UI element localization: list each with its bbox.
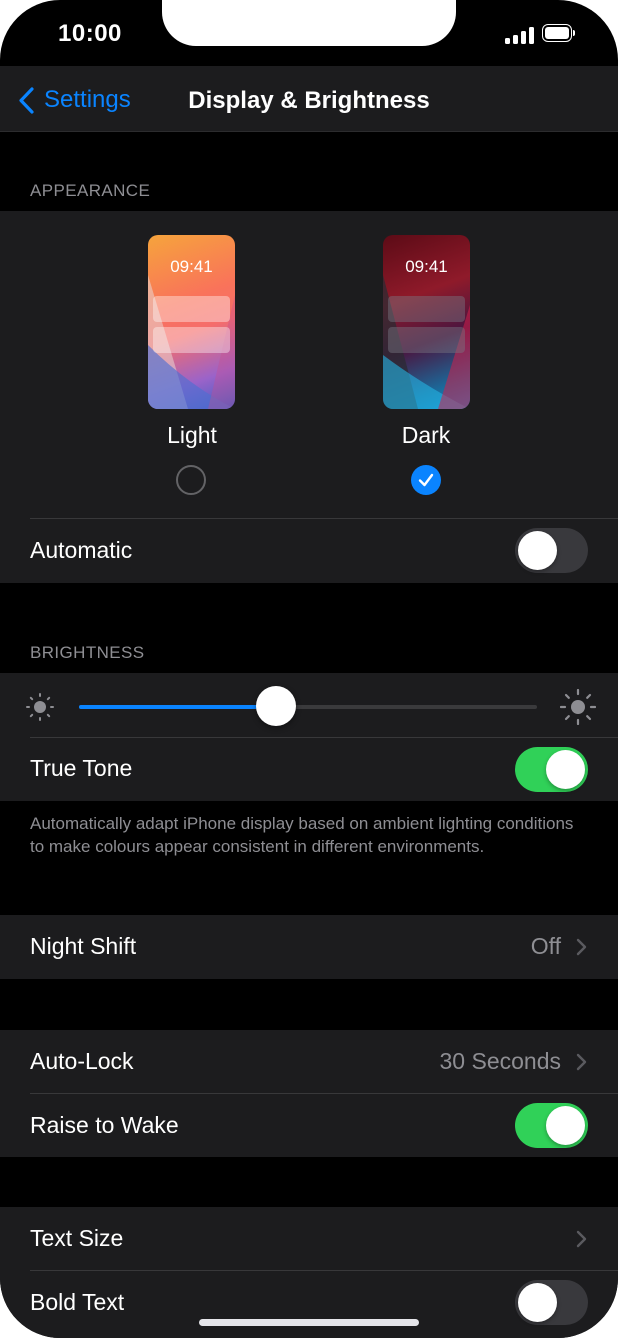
raise-to-wake-row: Raise to Wake: [0, 1094, 618, 1158]
phone-screen: 10:00 Settings Display & Brightness APPE…: [0, 0, 618, 1338]
night-shift-label: Night Shift: [30, 933, 137, 959]
night-shift-value: Off: [530, 933, 561, 959]
navigation-bar: Settings Display & Brightness: [0, 66, 618, 132]
page-title: Display & Brightness: [188, 87, 430, 114]
brightness-slider[interactable]: [79, 705, 537, 709]
raise-to-wake-label: Raise to Wake: [30, 1112, 179, 1138]
dark-preview-card: [388, 296, 465, 322]
text-size-row[interactable]: Text Size: [0, 1207, 618, 1271]
signal-icon: [505, 27, 535, 44]
chevron-right-icon: [576, 1230, 587, 1248]
auto-lock-label: Auto-Lock: [30, 1048, 134, 1074]
dark-preview-card: [388, 327, 465, 353]
dark-label: Dark: [401, 422, 451, 448]
appearance-header: APPEARANCE: [30, 181, 151, 200]
dark-preview-time: 09:41: [405, 257, 448, 276]
light-preview-time: 09:41: [170, 257, 213, 276]
automatic-toggle[interactable]: [515, 528, 588, 573]
text-size-label: Text Size: [30, 1225, 124, 1251]
notch: [162, 0, 456, 46]
brightness-slider-fill: [79, 705, 276, 709]
bold-text-label: Bold Text: [30, 1289, 125, 1315]
auto-lock-value: 30 Seconds: [439, 1048, 561, 1074]
light-label: Light: [167, 422, 217, 448]
light-preview-card: [153, 327, 230, 353]
dark-preview[interactable]: 09:41: [383, 235, 470, 409]
sun-large-icon: [560, 689, 596, 725]
true-tone-toggle[interactable]: [515, 747, 588, 792]
lock-group: Auto-Lock 30 Seconds Raise to Wake: [0, 1030, 618, 1157]
dark-radio[interactable]: [411, 465, 441, 495]
automatic-row: Automatic: [0, 519, 618, 583]
chevron-right-icon: [576, 938, 587, 956]
auto-lock-row[interactable]: Auto-Lock 30 Seconds: [0, 1030, 618, 1094]
raise-to-wake-toggle[interactable]: [515, 1103, 588, 1148]
brightness-header: BRIGHTNESS: [30, 643, 145, 662]
automatic-label: Automatic: [30, 537, 133, 563]
battery-icon: [542, 24, 577, 44]
appearance-group: 09:41 Light 09:41 Dark Automatic: [0, 211, 618, 583]
true-tone-label: True Tone: [30, 755, 133, 781]
bold-text-toggle[interactable]: [515, 1280, 588, 1325]
chevron-right-icon: [576, 1053, 587, 1071]
light-preview[interactable]: 09:41: [148, 235, 235, 409]
light-preview-card: [153, 296, 230, 322]
sun-small-icon: [26, 693, 54, 721]
true-tone-footnote: Automatically adapt iPhone display based…: [30, 814, 574, 856]
light-radio[interactable]: [176, 465, 206, 495]
night-shift-row[interactable]: Night Shift Off: [0, 915, 618, 979]
status-time: 10:00: [58, 20, 122, 47]
night-shift-group: Night Shift Off: [0, 915, 618, 979]
brightness-slider-knob[interactable]: [255, 686, 296, 726]
checkmark-icon: [418, 473, 434, 487]
home-indicator[interactable]: [199, 1319, 419, 1326]
true-tone-row: True Tone: [0, 737, 618, 801]
